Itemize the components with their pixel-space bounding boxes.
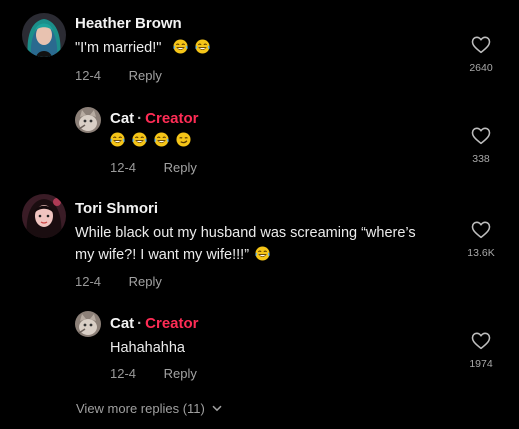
heart-icon[interactable] — [471, 332, 491, 350]
comment-author[interactable]: Cat · Creator — [110, 315, 199, 332]
avatar[interactable] — [75, 311, 101, 337]
reply-button[interactable]: Reply — [129, 274, 162, 289]
author-name[interactable]: Cat — [110, 315, 134, 332]
view-more-replies-button[interactable]: View more replies (11) — [76, 401, 223, 416]
comment-text — [110, 130, 191, 152]
like-count: 13.6K — [467, 247, 495, 259]
heart-icon[interactable] — [471, 127, 491, 145]
comment-author[interactable]: Heather Brown — [75, 15, 182, 32]
heart-icon[interactable] — [471, 221, 491, 239]
comment-author[interactable]: Cat · Creator — [110, 110, 199, 127]
view-more-label[interactable]: View more replies (11) — [76, 401, 205, 416]
laughing-emoji — [154, 132, 169, 147]
avatar[interactable] — [75, 107, 101, 133]
cat-avatar — [75, 107, 101, 133]
comment-date: 12-4 — [110, 160, 137, 175]
laughing-emoji — [132, 132, 147, 147]
reply-button[interactable]: Reply — [129, 68, 162, 83]
smirk-emoji — [176, 132, 191, 147]
creator-badge: Creator — [145, 110, 199, 127]
like-count: 2640 — [469, 62, 493, 74]
like-count: 1974 — [469, 358, 493, 370]
comment-text: "I'm married!" — [75, 37, 210, 59]
comment-meta: 12-4 Reply — [110, 160, 197, 175]
comment-text-line-2: my wife?! I want my wife!!!” — [75, 244, 416, 266]
laughing-emoji — [255, 246, 270, 261]
comment-meta: 12-4 Reply — [110, 366, 197, 381]
laughing-emoji — [173, 39, 188, 54]
comment-text-line: While black out my husband was screaming… — [75, 225, 416, 241]
like-control[interactable]: 1974 — [461, 332, 501, 370]
cat-avatar — [75, 311, 101, 337]
laughing-emoji — [195, 39, 210, 54]
comments-panel: Heather Brown "I'm married!" 12-4 Reply … — [0, 0, 519, 429]
comment-text-content: "I'm married!" — [75, 40, 162, 56]
comment-date: 12-4 — [110, 366, 137, 381]
avatar[interactable] — [22, 194, 66, 238]
like-control[interactable]: 2640 — [461, 36, 501, 74]
author-name[interactable]: Cat — [110, 110, 134, 127]
heart-icon[interactable] — [471, 36, 491, 54]
dark-hair-avatar — [22, 194, 66, 238]
comment-text-content: my wife?! I want my wife!!!” — [75, 247, 250, 263]
comment-date: 12-4 — [75, 68, 102, 83]
avatar[interactable] — [22, 13, 66, 57]
comment-author[interactable]: Tori Shmori — [75, 200, 158, 217]
reply-button[interactable]: Reply — [164, 366, 197, 381]
teal-hair-avatar — [22, 13, 66, 57]
like-count: 338 — [472, 153, 490, 165]
comment-text: Hahahahha — [110, 340, 185, 356]
reply-button[interactable]: Reply — [164, 160, 197, 175]
laughing-emoji — [110, 132, 125, 147]
like-control[interactable]: 13.6K — [461, 221, 501, 259]
creator-badge: Creator — [145, 315, 199, 332]
chevron-down-icon[interactable] — [212, 405, 223, 412]
like-control[interactable]: 338 — [461, 127, 501, 165]
separator-dot: · — [137, 315, 143, 332]
comment-meta: 12-4 Reply — [75, 274, 162, 289]
separator-dot: · — [137, 110, 143, 127]
comment-date: 12-4 — [75, 274, 102, 289]
comment-text: While black out my husband was screaming… — [75, 222, 416, 266]
comment-meta: 12-4 Reply — [75, 68, 162, 83]
